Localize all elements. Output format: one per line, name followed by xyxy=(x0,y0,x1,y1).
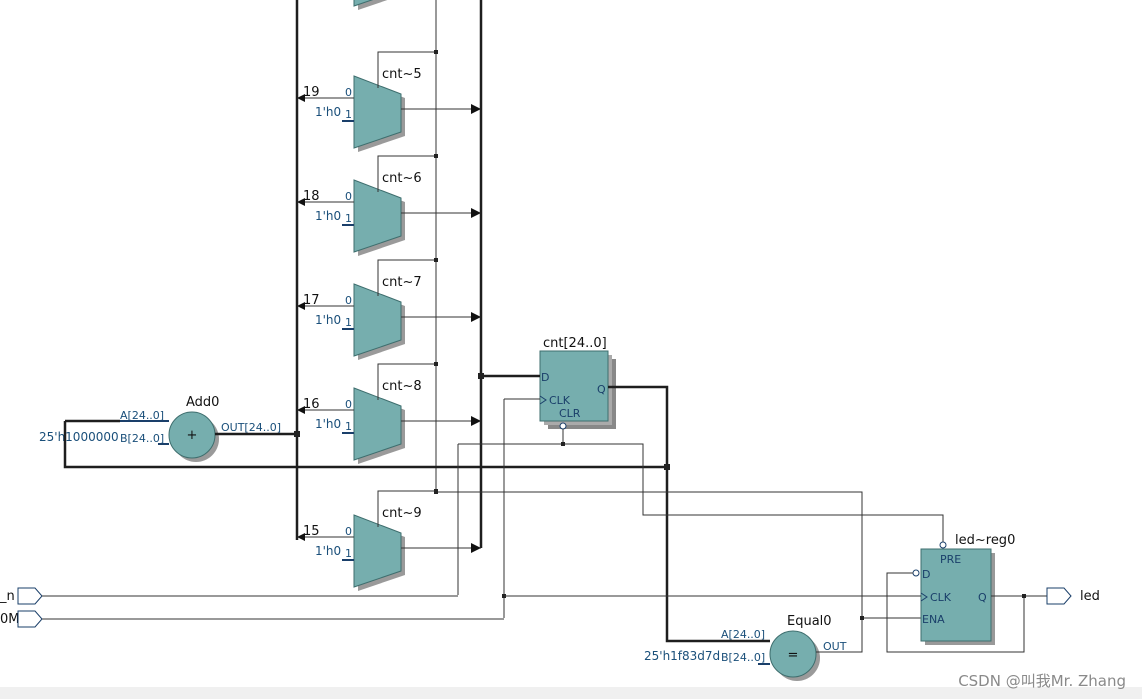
led-output-label: led xyxy=(1080,589,1100,604)
adder-operator: + xyxy=(187,428,198,443)
mux-const: 1'h0 xyxy=(315,209,341,223)
cnt-register-clk-pin: CLK xyxy=(549,394,571,407)
mux-name: cnt~8 xyxy=(382,379,422,394)
mux-select-index: 15 xyxy=(303,524,320,539)
equal-comparator[interactable]: = Equal0 A[24..0] B[24..0] OUT 25'h1f83d… xyxy=(644,614,847,681)
mux-select-index: 17 xyxy=(303,293,320,308)
comparator-output: OUT xyxy=(823,640,847,653)
mux-pin0: 0 xyxy=(345,190,352,203)
mux-pin1: 1 xyxy=(345,420,352,433)
input-port-clock[interactable]: 0M xyxy=(0,610,43,628)
mux-const: 1'h0 xyxy=(315,417,341,431)
mux-const: 1'h0 xyxy=(315,313,341,327)
adder-block[interactable]: + Add0 A[24..0] B[24..0] OUT[24..0] 25'h… xyxy=(39,395,281,462)
comparator-input-b: B[24..0] xyxy=(721,651,765,664)
mux-name: cnt~7 xyxy=(382,275,422,290)
cnt-register-name: cnt[24..0] xyxy=(543,336,607,351)
mux-pin1: 1 xyxy=(345,212,352,225)
cnt-register-d-pin: D xyxy=(541,371,549,384)
mux-cnt-7[interactable]: cnt~7 17 0 1'h0 1 xyxy=(297,258,481,360)
input-port-clock-label: 0M xyxy=(0,612,20,627)
led-output-port[interactable]: led xyxy=(1046,587,1100,605)
adder-input-b: B[24..0] xyxy=(120,432,164,445)
led-register-pre-pin: PRE xyxy=(940,553,961,566)
adder-name: Add0 xyxy=(186,395,219,410)
mux-select-index: 18 xyxy=(303,189,320,204)
adder-constant: 25'h1000000 xyxy=(39,430,119,444)
mux-name: cnt~6 xyxy=(382,171,422,186)
mux-pin0: 0 xyxy=(345,294,352,307)
mux-pin1: 1 xyxy=(345,108,352,121)
input-port-reset[interactable]: _n xyxy=(0,587,43,605)
led-register-q-pin: Q xyxy=(978,591,987,604)
mux-pin0: 0 xyxy=(345,86,352,99)
mux-const: 1'h0 xyxy=(315,105,341,119)
led-register[interactable]: led~reg0 PRE D CLK Q ENA xyxy=(912,533,1015,645)
cnt-register[interactable]: cnt[24..0] D CLK Q CLR xyxy=(539,336,616,430)
cnt-register-clr-pin: CLR xyxy=(559,407,581,420)
watermark: CSDN @叫我Mr. Zhang xyxy=(958,672,1126,690)
mux-pin1: 1 xyxy=(345,316,352,329)
led-register-name: led~reg0 xyxy=(955,533,1015,548)
cnt-q-bus xyxy=(608,385,770,643)
mux-const: 1'h0 xyxy=(315,544,341,558)
adder-output: OUT[24..0] xyxy=(221,421,281,434)
mux-pin0: 0 xyxy=(345,525,352,538)
mux-select-index: 16 xyxy=(303,397,320,412)
schematic-canvas: 1'h01cnt~51901'h01cnt~61801'h01cnt~71701… xyxy=(0,0,1100,681)
led-register-d-pin: D xyxy=(922,568,930,581)
mux-name: cnt~9 xyxy=(382,506,422,521)
mux-pin1: 1 xyxy=(345,547,352,560)
cnt-register-q-pin: Q xyxy=(597,383,606,396)
comparator-name: Equal0 xyxy=(787,614,832,629)
mux-cnt-6[interactable]: cnt~6 18 0 1'h0 1 xyxy=(297,154,481,256)
mux-cnt-8[interactable]: cnt~8 16 0 1'h0 1 xyxy=(297,362,481,464)
mux-name: cnt~5 xyxy=(382,67,422,82)
comparator-operator: = xyxy=(788,648,799,663)
mux-pin0: 0 xyxy=(345,398,352,411)
mux-column: 1'h01cnt~51901'h01cnt~61801'h01cnt~71701… xyxy=(297,0,481,591)
comparator-constant: 25'h1f83d7d xyxy=(644,649,720,663)
mux-cnt-5[interactable]: cnt~5 19 0 1'h0 1 xyxy=(297,50,481,152)
input-port-reset-label: _n xyxy=(0,589,15,604)
mux-select-index: 19 xyxy=(303,85,320,100)
comparator-input-a: A[24..0] xyxy=(721,628,765,641)
mux-top[interactable]: 1'h01 xyxy=(297,0,481,10)
led-register-clk-pin: CLK xyxy=(930,591,952,604)
mux-cnt-9[interactable]: cnt~9 15 0 1'h0 1 xyxy=(297,489,481,591)
led-register-ena-pin: ENA xyxy=(922,613,945,626)
